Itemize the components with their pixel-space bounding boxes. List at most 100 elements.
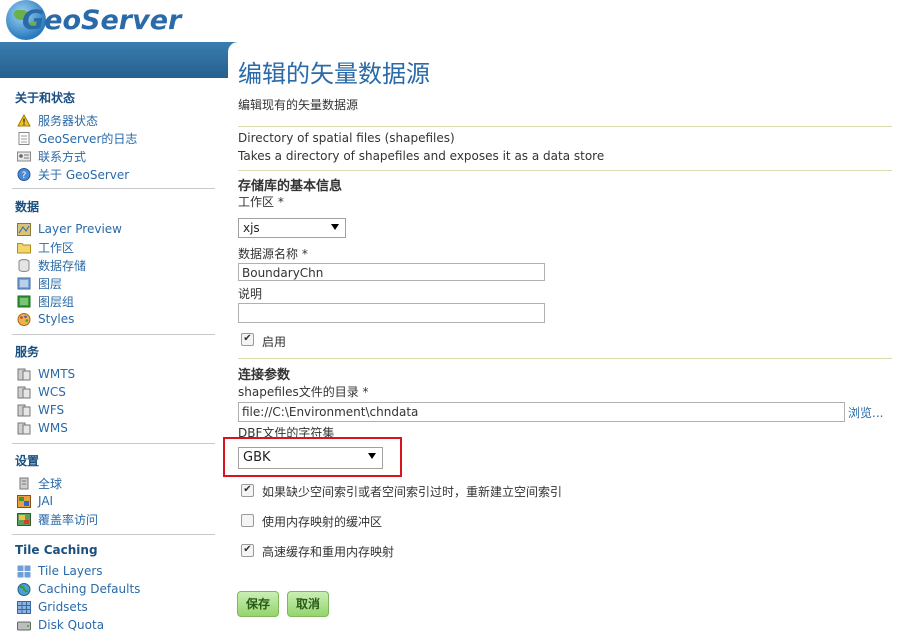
sidebar-item-label: 图层组 bbox=[38, 294, 75, 309]
workspace-select[interactable]: xjs bbox=[238, 218, 346, 238]
description-label: 说明 bbox=[238, 287, 263, 301]
document-icon bbox=[18, 131, 30, 145]
sidebar-divider bbox=[12, 188, 215, 189]
sidebar-item-layer-groups[interactable]: 图层组 bbox=[15, 292, 215, 310]
store-description: Takes a directory of shapefiles and expo… bbox=[238, 149, 605, 163]
sidebar: 关于和状态 服务器状态 GeoServer的日志 联系方式 ? 关于 GeoSe… bbox=[0, 78, 228, 635]
sidebar-section-about: 关于和状态 服务器状态 GeoServer的日志 联系方式 ? 关于 GeoSe… bbox=[15, 89, 215, 183]
memory-mapped-buffer-label: 使用内存映射的缓冲区 bbox=[262, 515, 383, 529]
sidebar-item-global[interactable]: 全球 bbox=[15, 474, 215, 492]
description-input[interactable] bbox=[238, 303, 545, 323]
database-icon bbox=[18, 258, 30, 272]
workspace-label: 工作区 * bbox=[238, 195, 284, 209]
memory-mapped-buffer-checkbox[interactable] bbox=[241, 514, 254, 527]
store-type: Directory of spatial files (shapefiles) bbox=[238, 131, 455, 145]
sidebar-item-server-status[interactable]: 服务器状态 bbox=[15, 111, 215, 129]
sidebar-item-jai[interactable]: JAI bbox=[15, 492, 215, 510]
sidebar-item-layer-preview[interactable]: Layer Preview bbox=[15, 220, 215, 238]
sidebar-item-workspaces[interactable]: 工作区 bbox=[15, 238, 215, 256]
sidebar-section-services: 服务 WMTS WCS WFS WMS bbox=[15, 343, 215, 437]
server-icon bbox=[17, 386, 31, 398]
logo-text: GeoServer bbox=[22, 4, 182, 36]
cancel-button[interactable]: 取消 bbox=[287, 591, 329, 617]
divider bbox=[238, 358, 892, 359]
server-icon bbox=[17, 368, 31, 380]
sidebar-item-label: WCS bbox=[38, 385, 66, 399]
geoserver-logo[interactable]: GeoServer bbox=[6, 0, 181, 40]
sidebar-item-tile-layers[interactable]: Tile Layers bbox=[15, 562, 215, 580]
sidebar-item-layers[interactable]: 图层 bbox=[15, 274, 215, 292]
sidebar-item-label: 工作区 bbox=[38, 240, 75, 255]
save-button[interactable]: 保存 bbox=[237, 591, 279, 617]
sidebar-section-title: 关于和状态 bbox=[15, 91, 76, 105]
rebuild-index-checkbox[interactable]: ✔ bbox=[241, 484, 254, 497]
sidebar-item-styles[interactable]: Styles bbox=[15, 310, 215, 328]
coverage-icon bbox=[17, 512, 31, 526]
sidebar-item-label: WMTS bbox=[38, 367, 76, 381]
enabled-label: 启用 bbox=[262, 335, 287, 349]
sidebar-item-wmts[interactable]: WMTS bbox=[15, 365, 215, 383]
sidebar-item-label: 数据存储 bbox=[38, 258, 87, 273]
sidebar-item-contact[interactable]: 联系方式 bbox=[15, 147, 215, 165]
chevron-down-icon bbox=[331, 224, 339, 230]
sidebar-section-title: 数据 bbox=[15, 200, 40, 214]
sidebar-item-gridsets[interactable]: Gridsets bbox=[15, 598, 215, 616]
svg-text:?: ? bbox=[22, 171, 27, 181]
enabled-checkbox[interactable]: ✔ bbox=[241, 333, 254, 346]
help-icon: ? bbox=[17, 167, 31, 181]
globe-icon bbox=[17, 582, 31, 596]
sidebar-item-label: 图层 bbox=[38, 276, 63, 291]
sidebar-item-label: Layer Preview bbox=[38, 222, 122, 236]
map-preview-icon bbox=[17, 222, 31, 236]
divider bbox=[238, 126, 892, 127]
sidebar-item-label: WFS bbox=[38, 403, 65, 417]
sidebar-item-label: Disk Quota bbox=[38, 618, 105, 632]
main-content: 编辑的矢量数据源 编辑现有的矢量数据源 Directory of spatial… bbox=[228, 42, 902, 635]
sidebar-item-label: WMS bbox=[38, 421, 68, 435]
tile-icon bbox=[17, 565, 31, 577]
sidebar-item-logs[interactable]: GeoServer的日志 bbox=[15, 129, 215, 147]
sidebar-item-stores[interactable]: 数据存储 bbox=[15, 256, 215, 274]
sidebar-item-label: 服务器状态 bbox=[38, 113, 99, 128]
sidebar-section-title: 设置 bbox=[15, 454, 40, 468]
sidebar-item-label: 覆盖率访问 bbox=[38, 512, 99, 527]
sidebar-item-wms[interactable]: WMS bbox=[15, 419, 215, 437]
sidebar-item-about[interactable]: ? 关于 GeoServer bbox=[15, 165, 215, 183]
rebuild-index-label: 如果缺少空间索引或者空间索引过时，重新建立空间索引 bbox=[262, 485, 563, 499]
cache-memory-maps-label: 高速缓存和重用内存映射 bbox=[262, 545, 395, 559]
store-name-input[interactable]: BoundaryChn bbox=[238, 263, 545, 281]
layer-group-icon bbox=[17, 295, 31, 307]
sidebar-item-caching-defaults[interactable]: Caching Defaults bbox=[15, 580, 215, 598]
sidebar-item-label: JAI bbox=[38, 494, 54, 508]
contact-card-icon bbox=[17, 151, 31, 161]
sidebar-section-data: 数据 Layer Preview 工作区 数据存储 图层 图层组 Styles bbox=[15, 198, 215, 328]
sidebar-divider bbox=[12, 443, 215, 444]
page-subtitle: 编辑现有的矢量数据源 bbox=[238, 98, 359, 112]
folder-icon bbox=[17, 242, 31, 253]
browse-link[interactable]: 浏览... bbox=[848, 404, 883, 421]
sidebar-item-label: Tile Layers bbox=[38, 564, 103, 578]
disk-icon bbox=[17, 621, 31, 630]
sidebar-divider bbox=[12, 334, 215, 335]
store-name-label: 数据源名称 * bbox=[238, 247, 308, 261]
cache-memory-maps-checkbox[interactable]: ✔ bbox=[241, 544, 254, 557]
sidebar-divider bbox=[12, 534, 215, 535]
layer-icon bbox=[17, 277, 31, 289]
jai-icon bbox=[17, 494, 31, 508]
sidebar-item-wfs[interactable]: WFS bbox=[15, 401, 215, 419]
workspace-select-value: xjs bbox=[243, 221, 260, 235]
sidebar-section-title: Tile Caching bbox=[15, 543, 98, 557]
divider bbox=[238, 170, 892, 171]
shapefile-dir-input[interactable]: file://C:\Environment\chndata bbox=[238, 402, 845, 422]
shapefile-dir-label: shapefiles文件的目录 * bbox=[238, 385, 369, 399]
highlight-box bbox=[223, 437, 402, 477]
palette-icon bbox=[17, 312, 31, 326]
sidebar-section-tile-caching: Tile Caching Tile Layers Caching Default… bbox=[15, 543, 215, 634]
sidebar-item-disk-quota[interactable]: Disk Quota bbox=[15, 616, 215, 634]
sidebar-item-label: 联系方式 bbox=[38, 149, 87, 164]
warning-icon bbox=[17, 113, 31, 126]
sidebar-section-settings: 设置 全球 JAI 覆盖率访问 bbox=[15, 452, 215, 528]
sidebar-item-wcs[interactable]: WCS bbox=[15, 383, 215, 401]
sidebar-item-coverage-access[interactable]: 覆盖率访问 bbox=[15, 510, 215, 528]
page-title: 编辑的矢量数据源 bbox=[238, 60, 430, 88]
